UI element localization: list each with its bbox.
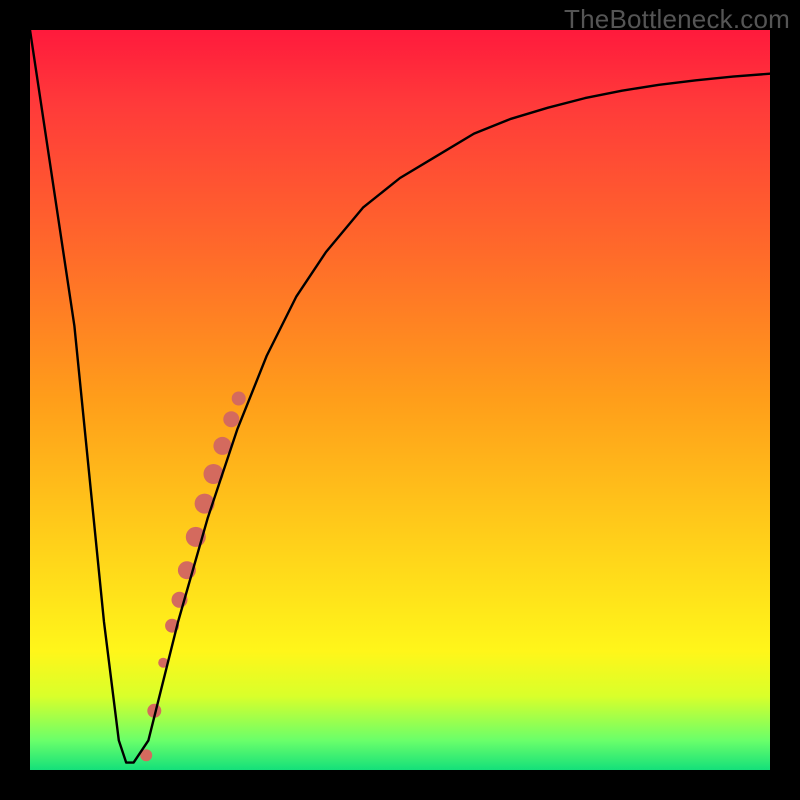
chart-frame: TheBottleneck.com bbox=[0, 0, 800, 800]
marker-dot bbox=[223, 411, 239, 427]
plot-area bbox=[30, 30, 770, 770]
bottleneck-curve bbox=[30, 30, 770, 763]
watermark-text: TheBottleneck.com bbox=[564, 4, 790, 35]
marker-dot bbox=[232, 392, 246, 406]
chart-svg bbox=[30, 30, 770, 770]
